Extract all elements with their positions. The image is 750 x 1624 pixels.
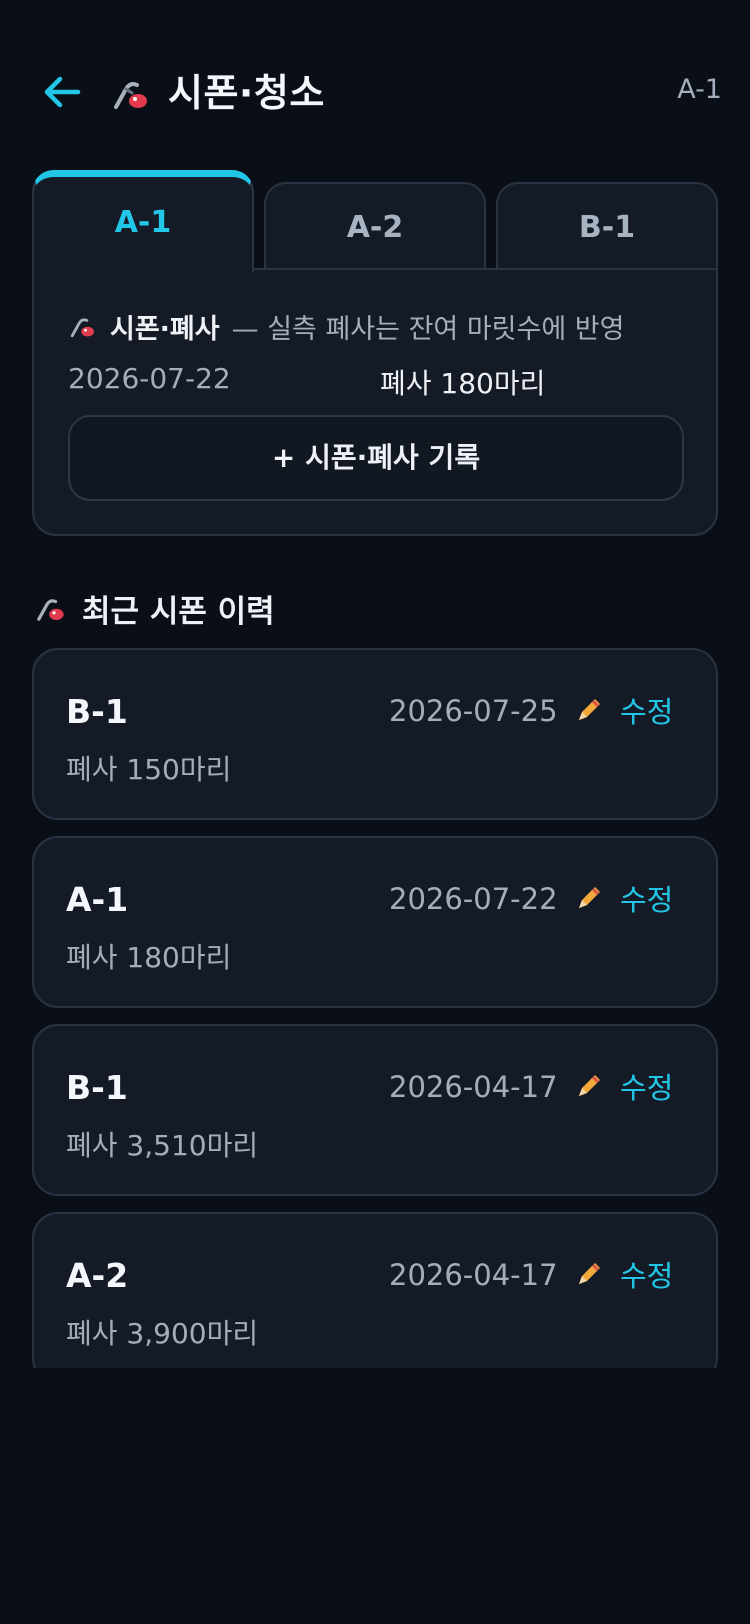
back-button[interactable] [40, 70, 84, 114]
pencil-icon [579, 1263, 600, 1284]
edit-button[interactable]: 수정 [574, 1066, 673, 1106]
card-site: A-2 [66, 1256, 129, 1295]
record-siphon-button[interactable]: + 시폰·폐사 기록 [68, 415, 684, 501]
page-title: 시폰·청소 [168, 71, 325, 115]
tab-b-1[interactable]: B-1 [496, 182, 718, 274]
recent-history-heading: 최근 시폰 이력 [34, 586, 275, 630]
history-card: A-1 2026-07-22 수정 폐사 180마리 [32, 836, 718, 1008]
pencil-icon [579, 699, 600, 720]
card-date: 2026-04-17 [389, 1070, 558, 1104]
edit-label: 수정 [620, 695, 674, 729]
siphon-icon [37, 599, 64, 621]
history-card: B-1 2026-04-17 수정 폐사 3,510마리 [32, 1024, 718, 1196]
panel-mortality-count: 폐사 180마리 [380, 367, 546, 400]
tab-a-1[interactable]: A-1 [32, 170, 254, 272]
siphon-panel: 시폰·폐사 — 실측 폐사는 잔여 마릿수에 반영 2026-07-22 폐사 … [32, 268, 718, 536]
card-site: A-1 [66, 880, 129, 919]
card-site: B-1 [66, 692, 128, 731]
card-mortality-count: 폐사 3,900마리 [66, 1317, 259, 1350]
history-card: B-1 2026-07-25 수정 폐사 150마리 [32, 648, 718, 820]
panel-date: 2026-07-22 [68, 362, 231, 395]
panel-description: — 실측 폐사는 잔여 마릿수에 반영 [231, 313, 625, 345]
app-header: 시폰·청소 A-1 [0, 48, 750, 132]
panel-heading: 시폰·폐사 — 실측 폐사는 잔여 마릿수에 반영 [68, 306, 624, 346]
history-list: B-1 2026-07-25 수정 폐사 150마리 A-1 2026-07-2… [32, 648, 718, 1368]
panel-title: 시폰·폐사 [110, 313, 220, 345]
card-site: B-1 [66, 1068, 128, 1107]
history-card: A-2 2026-04-17 수정 폐사 3,900마리 [32, 1212, 718, 1368]
siphon-icon [70, 318, 94, 338]
card-mortality-count: 폐사 180마리 [66, 941, 232, 974]
arrow-left-icon [44, 76, 81, 108]
edit-label: 수정 [620, 883, 674, 917]
current-site-label: A-1 [677, 74, 722, 105]
card-mortality-count: 폐사 3,510마리 [66, 1129, 259, 1162]
section-title: 최근 시폰 이력 [82, 593, 275, 630]
edit-button[interactable]: 수정 [574, 1254, 673, 1294]
card-mortality-count: 폐사 150마리 [66, 753, 232, 786]
tab-a-2[interactable]: A-2 [264, 182, 486, 274]
pencil-icon [579, 887, 600, 908]
edit-button[interactable]: 수정 [574, 690, 673, 730]
pencil-icon [579, 1075, 600, 1096]
edit-label: 수정 [620, 1071, 674, 1105]
card-date: 2026-04-17 [389, 1258, 558, 1292]
edit-label: 수정 [620, 1259, 674, 1293]
siphon-icon [114, 82, 147, 109]
card-date: 2026-07-22 [389, 882, 558, 916]
site-tabs: A-1 A-2 B-1 [32, 170, 718, 274]
edit-button[interactable]: 수정 [574, 878, 673, 918]
card-date: 2026-07-25 [389, 694, 558, 728]
